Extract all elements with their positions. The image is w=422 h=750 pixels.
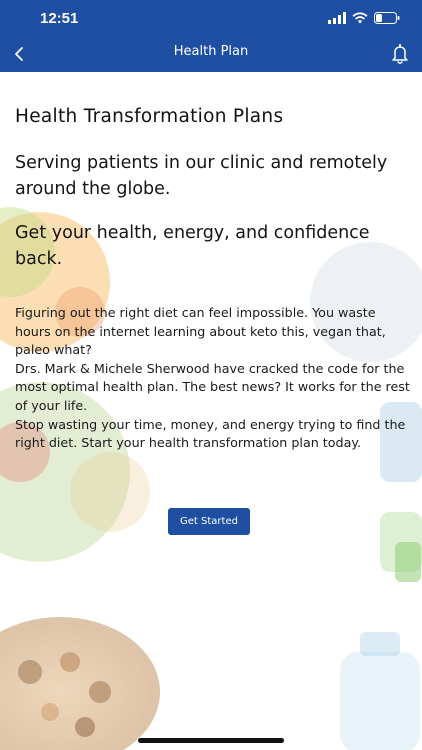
get-started-button[interactable]: Get Started [168,508,250,535]
description: Figuring out the right diet can feel imp… [15,304,410,453]
home-indicator[interactable] [138,738,284,743]
nav-bar: Health Plan [0,36,422,72]
notifications-button[interactable] [386,40,414,68]
main-content: Health Transformation Plans Serving pati… [0,72,422,750]
signal-icon [328,12,346,24]
status-icons [328,12,400,24]
wifi-icon [352,12,368,24]
lead-text-2: Get your health, energy, and confidence … [15,223,370,269]
battery-icon [374,12,400,24]
nav-title: Health Plan [173,44,249,59]
status-time: 12:51 [40,10,79,27]
lead-text-1: Serving patients in our clinic and remot… [15,153,388,199]
description-paragraph: Drs. Mark & Michele Sherwood have cracke… [15,360,410,413]
page-heading: Health Transformation Plans [15,106,284,127]
description-paragraph: Figuring out the right diet can feel imp… [15,305,386,358]
bell-icon [392,44,408,64]
description-paragraph: Stop wasting your time, money, and energ… [15,416,406,451]
status-bar: 12:51 [0,0,422,36]
